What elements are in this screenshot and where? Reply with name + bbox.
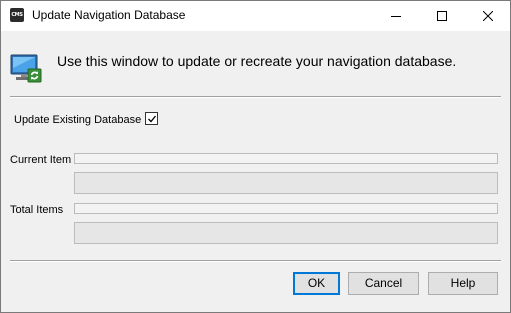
close-icon (483, 11, 493, 21)
update-existing-label[interactable]: Update Existing Database (14, 114, 141, 126)
maximize-button[interactable] (419, 1, 465, 31)
window-title: Update Navigation Database (32, 8, 186, 22)
header-separator (10, 96, 501, 98)
current-item-text (74, 153, 498, 164)
cancel-button[interactable]: Cancel (348, 272, 419, 295)
help-button[interactable]: Help (428, 272, 498, 295)
title-bar[interactable]: CMS Update Navigation Database (1, 1, 510, 31)
footer-separator (10, 260, 501, 262)
current-item-label: Current Item (10, 154, 72, 166)
monitor-refresh-icon (10, 54, 42, 83)
header-description: Use this window to update or recreate yo… (57, 53, 457, 69)
total-items-progress-bar (74, 222, 498, 244)
total-items-text (74, 203, 498, 214)
maximize-icon (437, 11, 447, 21)
app-icon: CMS (10, 8, 24, 22)
close-button[interactable] (465, 1, 511, 31)
current-item-progress-bar (74, 172, 498, 194)
update-existing-checkbox[interactable] (145, 112, 158, 125)
checkmark-icon (148, 115, 157, 123)
ok-button[interactable]: OK (293, 272, 340, 295)
total-items-label: Total Items (10, 204, 64, 216)
update-navigation-database-dialog: CMS Update Navigation Database Use this … (0, 0, 511, 313)
minimize-icon (391, 16, 401, 17)
minimize-button[interactable] (373, 1, 419, 31)
